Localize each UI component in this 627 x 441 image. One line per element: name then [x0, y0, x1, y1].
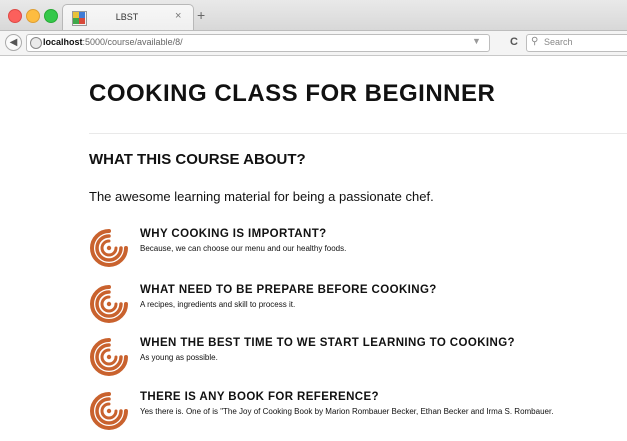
search-placeholder: Search — [544, 37, 573, 47]
list-item: WHEN THE BEST TIME TO WE START LEARNING … — [89, 337, 627, 381]
list-item: THERE IS ANY BOOK FOR REFERENCE? Yes the… — [89, 391, 627, 435]
section-title: WHAT THIS COURSE ABOUT? — [89, 151, 306, 168]
search-input[interactable]: ⚲ Search — [526, 34, 627, 52]
url-host: localhost — [43, 37, 83, 47]
url-path: :5000/course/available/8/ — [82, 37, 183, 47]
item-description: Yes there is. One of is "The Joy of Cook… — [140, 407, 554, 416]
reload-button[interactable]: C — [510, 36, 518, 48]
url-dropdown-icon[interactable]: ▼ — [472, 36, 481, 46]
url-bar[interactable]: localhost:5000/course/available/8/ ▼ — [26, 34, 490, 52]
item-title: THERE IS ANY BOOK FOR REFERENCE? — [140, 391, 379, 403]
browser-titlebar: LBST × + — [0, 0, 627, 31]
spiral-icon — [90, 229, 128, 267]
close-window-button[interactable] — [8, 9, 22, 23]
page-title: COOKING CLASS FOR BEGINNER — [89, 80, 496, 107]
globe-icon — [30, 37, 42, 49]
minimize-window-button[interactable] — [26, 9, 40, 23]
spiral-icon — [90, 285, 128, 323]
tab-close-icon[interactable]: × — [175, 10, 181, 22]
item-description: A recipes, ingredients and skill to proc… — [140, 300, 296, 309]
favicon-icon — [72, 11, 87, 26]
tab-title: LBST — [115, 12, 139, 22]
item-description: As young as possible. — [140, 353, 218, 362]
zoom-window-button[interactable] — [44, 9, 58, 23]
item-title: WHAT NEED TO BE PREPARE BEFORE COOKING? — [140, 284, 437, 296]
item-title: WHEN THE BEST TIME TO WE START LEARNING … — [140, 337, 515, 349]
browser-tab[interactable]: LBST × — [62, 4, 194, 31]
browser-navbar: ◀ localhost:5000/course/available/8/ ▼ C… — [0, 30, 627, 56]
spiral-icon — [90, 338, 128, 376]
lead-text: The awesome learning material for being … — [89, 189, 434, 204]
item-title: WHY COOKING IS IMPORTANT? — [140, 228, 327, 240]
list-item: WHAT NEED TO BE PREPARE BEFORE COOKING? … — [89, 284, 627, 328]
back-button[interactable]: ◀ — [5, 34, 22, 51]
spiral-icon — [90, 392, 128, 430]
new-tab-button[interactable]: + — [197, 8, 205, 22]
item-description: Because, we can choose our menu and our … — [140, 244, 347, 253]
list-item: WHY COOKING IS IMPORTANT? Because, we ca… — [89, 228, 627, 272]
url-text: localhost:5000/course/available/8/ — [43, 37, 183, 47]
divider — [89, 133, 627, 134]
search-icon: ⚲ — [531, 36, 539, 47]
